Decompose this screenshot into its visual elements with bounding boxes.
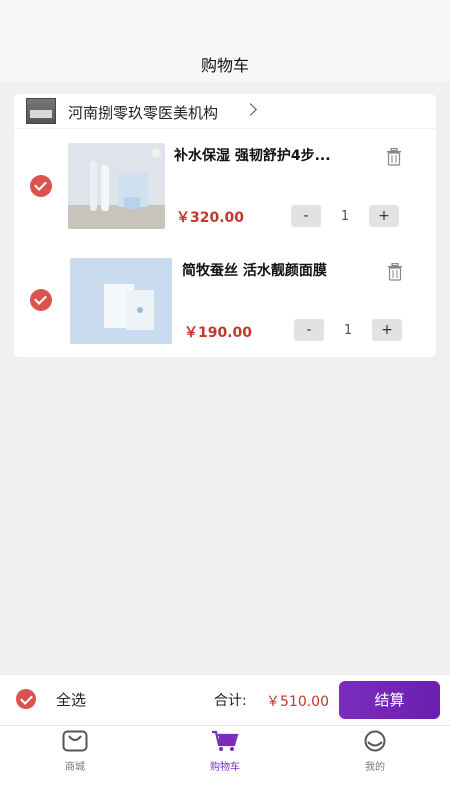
- store-row[interactable]: 河南捌零玖零医美机构: [14, 94, 436, 129]
- checkout-button[interactable]: 结算: [339, 681, 440, 719]
- shop-bag-icon: [62, 730, 88, 756]
- trash-icon[interactable]: [387, 262, 403, 281]
- quantity-decrease-button[interactable]: -: [291, 205, 321, 227]
- tab-bar: 商城 购物车 我的: [0, 725, 450, 801]
- product-image[interactable]: [70, 258, 172, 344]
- cart-item: 补水保湿 强韧舒护4步... ￥320.00 - 1 +: [14, 129, 436, 242]
- product-price: ￥320.00: [176, 210, 245, 226]
- quantity-value: 1: [340, 209, 350, 224]
- quantity-decrease-button[interactable]: -: [294, 319, 324, 341]
- tab-cart[interactable]: 购物车: [185, 730, 265, 773]
- page-title: 购物车: [200, 56, 249, 75]
- quantity-increase-button[interactable]: +: [372, 319, 402, 341]
- product-image[interactable]: [68, 143, 165, 229]
- quantity-value: 1: [343, 323, 353, 338]
- select-all-label[interactable]: 全选: [56, 689, 86, 710]
- chevron-right-icon[interactable]: [244, 103, 257, 116]
- profile-face-icon: [363, 730, 387, 756]
- item-checkbox[interactable]: [30, 289, 52, 311]
- total-amount: ￥510.00: [266, 694, 329, 710]
- product-price: ￥190.00: [184, 325, 253, 341]
- tab-label: 购物车: [210, 762, 240, 773]
- checkout-bar: 全选 合计: ￥510.00 结算: [0, 674, 450, 725]
- quantity-increase-button[interactable]: +: [369, 205, 399, 227]
- header-bar: 购物车: [0, 0, 450, 82]
- tab-label: 商城: [65, 762, 85, 773]
- cart-icon: [211, 730, 239, 756]
- total-label: 合计:: [214, 693, 247, 709]
- tab-profile[interactable]: 我的: [335, 730, 415, 773]
- product-name[interactable]: 补水保湿 强韧舒护4步...: [174, 145, 374, 165]
- tab-shop[interactable]: 商城: [35, 730, 115, 773]
- select-all-checkbox[interactable]: [16, 689, 36, 709]
- tab-label: 我的: [365, 762, 385, 773]
- item-checkbox[interactable]: [30, 175, 52, 197]
- store-logo: [26, 98, 56, 124]
- trash-icon[interactable]: [386, 147, 402, 166]
- store-name: 河南捌零玖零医美机构: [68, 104, 219, 122]
- cart-item: 简牧蚕丝 活水靓颜面膜 ￥190.00 - 1 +: [14, 244, 436, 357]
- product-name[interactable]: 简牧蚕丝 活水靓颜面膜: [182, 260, 382, 280]
